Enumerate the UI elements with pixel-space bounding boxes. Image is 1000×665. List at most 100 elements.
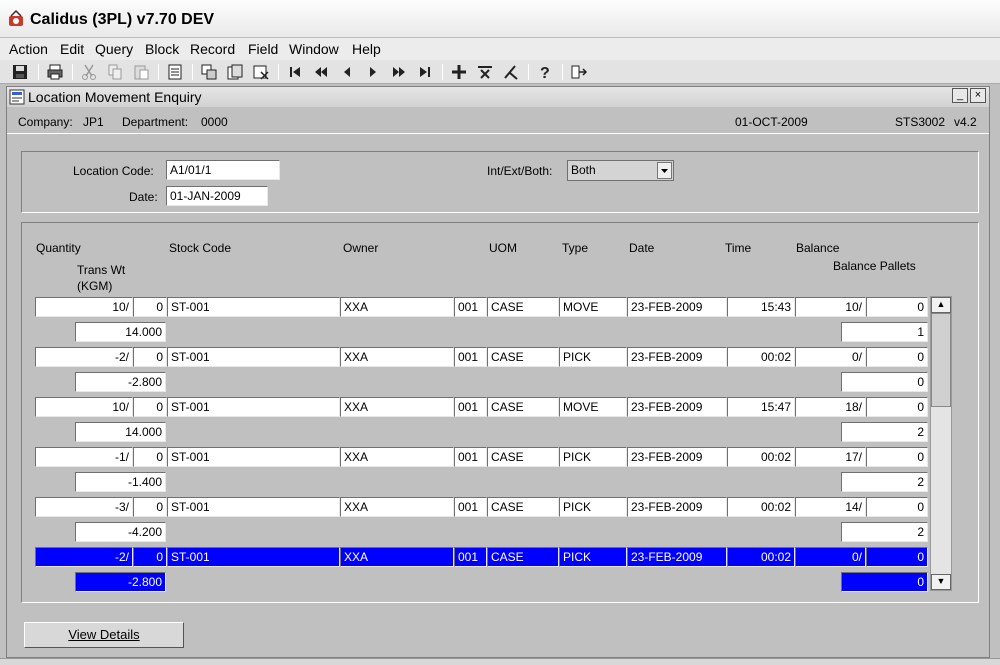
uom-field[interactable]: CASE <box>487 447 559 467</box>
int-ext-both-select[interactable]: Both <box>567 160 674 181</box>
list-icon[interactable] <box>166 63 184 81</box>
quantity-sub-field[interactable]: 0 <box>133 497 167 517</box>
balance-pallets-field[interactable]: 2 <box>841 472 928 492</box>
quantity-field[interactable]: -1/ <box>35 447 133 467</box>
menu-help[interactable]: Help <box>352 41 381 57</box>
time-field[interactable]: 00:02 <box>727 447 795 467</box>
type-field[interactable]: PICK <box>559 547 627 567</box>
menu-action[interactable]: Action <box>9 41 48 57</box>
stock-code-field[interactable]: ST-001 <box>167 547 340 567</box>
balance-pallets-field[interactable]: 0 <box>841 572 928 592</box>
scroll-up-arrow-icon[interactable]: ▲ <box>931 297 951 313</box>
quantity-sub-field[interactable]: 0 <box>133 547 167 567</box>
insert-record-icon[interactable] <box>450 63 468 81</box>
menu-field[interactable]: Field <box>248 41 278 57</box>
balance-field[interactable]: 0/ <box>795 347 866 367</box>
first-record-icon[interactable] <box>286 63 304 81</box>
copy-icon[interactable] <box>106 63 124 81</box>
quantity-field[interactable]: -2/ <box>35 547 133 567</box>
previous-record-icon[interactable] <box>338 63 356 81</box>
type-field[interactable]: MOVE <box>559 397 627 417</box>
type-field[interactable]: MOVE <box>559 297 627 317</box>
stock-code-field[interactable]: ST-001 <box>167 447 340 467</box>
balance-sub-field[interactable]: 0 <box>866 397 928 417</box>
pack-field[interactable]: 001 <box>454 547 487 567</box>
uom-field[interactable]: CASE <box>487 547 559 567</box>
balance-sub-field[interactable]: 0 <box>866 447 928 467</box>
owner-field[interactable]: XXA <box>340 447 454 467</box>
quantity-field[interactable]: 10/ <box>35 297 133 317</box>
pack-field[interactable]: 001 <box>454 297 487 317</box>
type-field[interactable]: PICK <box>559 497 627 517</box>
close-button[interactable]: × <box>970 88 986 103</box>
quantity-sub-field[interactable]: 0 <box>133 347 167 367</box>
quantity-sub-field[interactable]: 0 <box>133 397 167 417</box>
trans-wt-field[interactable]: -2.800 <box>75 572 166 592</box>
quantity-field[interactable]: -3/ <box>35 497 133 517</box>
balance-field[interactable]: 14/ <box>795 497 866 517</box>
owner-field[interactable]: XXA <box>340 397 454 417</box>
balance-pallets-field[interactable]: 2 <box>841 422 928 442</box>
date-field[interactable]: 23-FEB-2009 <box>627 447 727 467</box>
stock-code-field[interactable]: ST-001 <box>167 297 340 317</box>
balance-field[interactable]: 0/ <box>795 547 866 567</box>
previous-set-icon[interactable] <box>312 63 330 81</box>
duplicate-record-icon[interactable] <box>200 63 218 81</box>
pack-field[interactable]: 001 <box>454 497 487 517</box>
pack-field[interactable]: 001 <box>454 447 487 467</box>
time-field[interactable]: 00:02 <box>727 547 795 567</box>
stock-code-field[interactable]: ST-001 <box>167 347 340 367</box>
balance-field[interactable]: 10/ <box>795 297 866 317</box>
balance-pallets-field[interactable]: 2 <box>841 522 928 542</box>
balance-sub-field[interactable]: 0 <box>866 347 928 367</box>
date-field[interactable]: 23-FEB-2009 <box>627 347 727 367</box>
date-field[interactable]: 23-FEB-2009 <box>627 297 727 317</box>
quantity-field[interactable]: 10/ <box>35 397 133 417</box>
balance-sub-field[interactable]: 0 <box>866 497 928 517</box>
next-set-icon[interactable] <box>390 63 408 81</box>
trans-wt-field[interactable]: -4.200 <box>75 522 166 542</box>
quantity-sub-field[interactable]: 0 <box>133 297 167 317</box>
type-field[interactable]: PICK <box>559 347 627 367</box>
paste-icon[interactable] <box>132 63 150 81</box>
balance-sub-field[interactable]: 0 <box>866 547 928 567</box>
copy-record-icon[interactable] <box>226 63 244 81</box>
owner-field[interactable]: XXA <box>340 497 454 517</box>
quantity-sub-field[interactable]: 0 <box>133 447 167 467</box>
uom-field[interactable]: CASE <box>487 397 559 417</box>
date-field[interactable]: 01-JAN-2009 <box>166 186 268 206</box>
clear-form-icon[interactable] <box>502 63 520 81</box>
scrollbar-thumb[interactable] <box>931 313 951 407</box>
menu-record[interactable]: Record <box>190 41 235 57</box>
uom-field[interactable]: CASE <box>487 297 559 317</box>
uom-field[interactable]: CASE <box>487 497 559 517</box>
trans-wt-field[interactable]: 14.000 <box>75 322 166 342</box>
balance-field[interactable]: 17/ <box>795 447 866 467</box>
owner-field[interactable]: XXA <box>340 547 454 567</box>
uom-field[interactable]: CASE <box>487 347 559 367</box>
owner-field[interactable]: XXA <box>340 297 454 317</box>
exit-icon[interactable] <box>570 63 588 81</box>
next-record-icon[interactable] <box>364 63 382 81</box>
trans-wt-field[interactable]: 14.000 <box>75 422 166 442</box>
menu-query[interactable]: Query <box>95 41 133 57</box>
time-field[interactable]: 00:02 <box>727 497 795 517</box>
balance-pallets-field[interactable]: 1 <box>841 322 928 342</box>
clear-record-icon[interactable] <box>252 63 270 81</box>
time-field[interactable]: 00:02 <box>727 347 795 367</box>
quantity-field[interactable]: -2/ <box>35 347 133 367</box>
results-scrollbar[interactable]: ▲ ▼ <box>930 296 952 591</box>
menu-block[interactable]: Block <box>145 41 179 57</box>
pack-field[interactable]: 001 <box>454 397 487 417</box>
date-field[interactable]: 23-FEB-2009 <box>627 497 727 517</box>
chevron-down-icon[interactable] <box>657 162 672 179</box>
scroll-down-arrow-icon[interactable]: ▼ <box>931 574 951 590</box>
balance-field[interactable]: 18/ <box>795 397 866 417</box>
menu-edit[interactable]: Edit <box>60 41 84 57</box>
time-field[interactable]: 15:43 <box>727 297 795 317</box>
delete-record-icon[interactable] <box>476 63 494 81</box>
balance-pallets-field[interactable]: 0 <box>841 372 928 392</box>
print-icon[interactable] <box>46 63 64 81</box>
pack-field[interactable]: 001 <box>454 347 487 367</box>
date-field[interactable]: 23-FEB-2009 <box>627 397 727 417</box>
